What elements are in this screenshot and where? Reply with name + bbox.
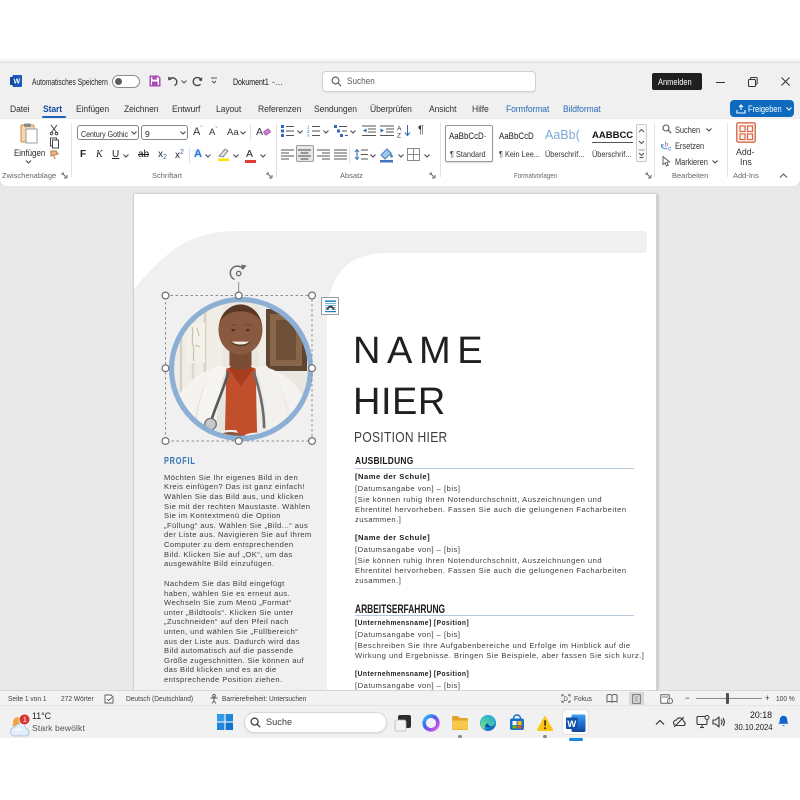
svg-text:1: 1 — [23, 715, 27, 724]
svg-text:Z: Z — [397, 133, 401, 139]
svg-text:c: c — [668, 146, 672, 152]
svg-text:D: D — [564, 697, 569, 703]
svg-text:3: 3 — [307, 133, 310, 137]
svg-text:A: A — [397, 126, 402, 133]
svg-text:W: W — [567, 719, 576, 730]
svg-text:i: i — [669, 699, 670, 704]
svg-text:W: W — [14, 79, 21, 86]
